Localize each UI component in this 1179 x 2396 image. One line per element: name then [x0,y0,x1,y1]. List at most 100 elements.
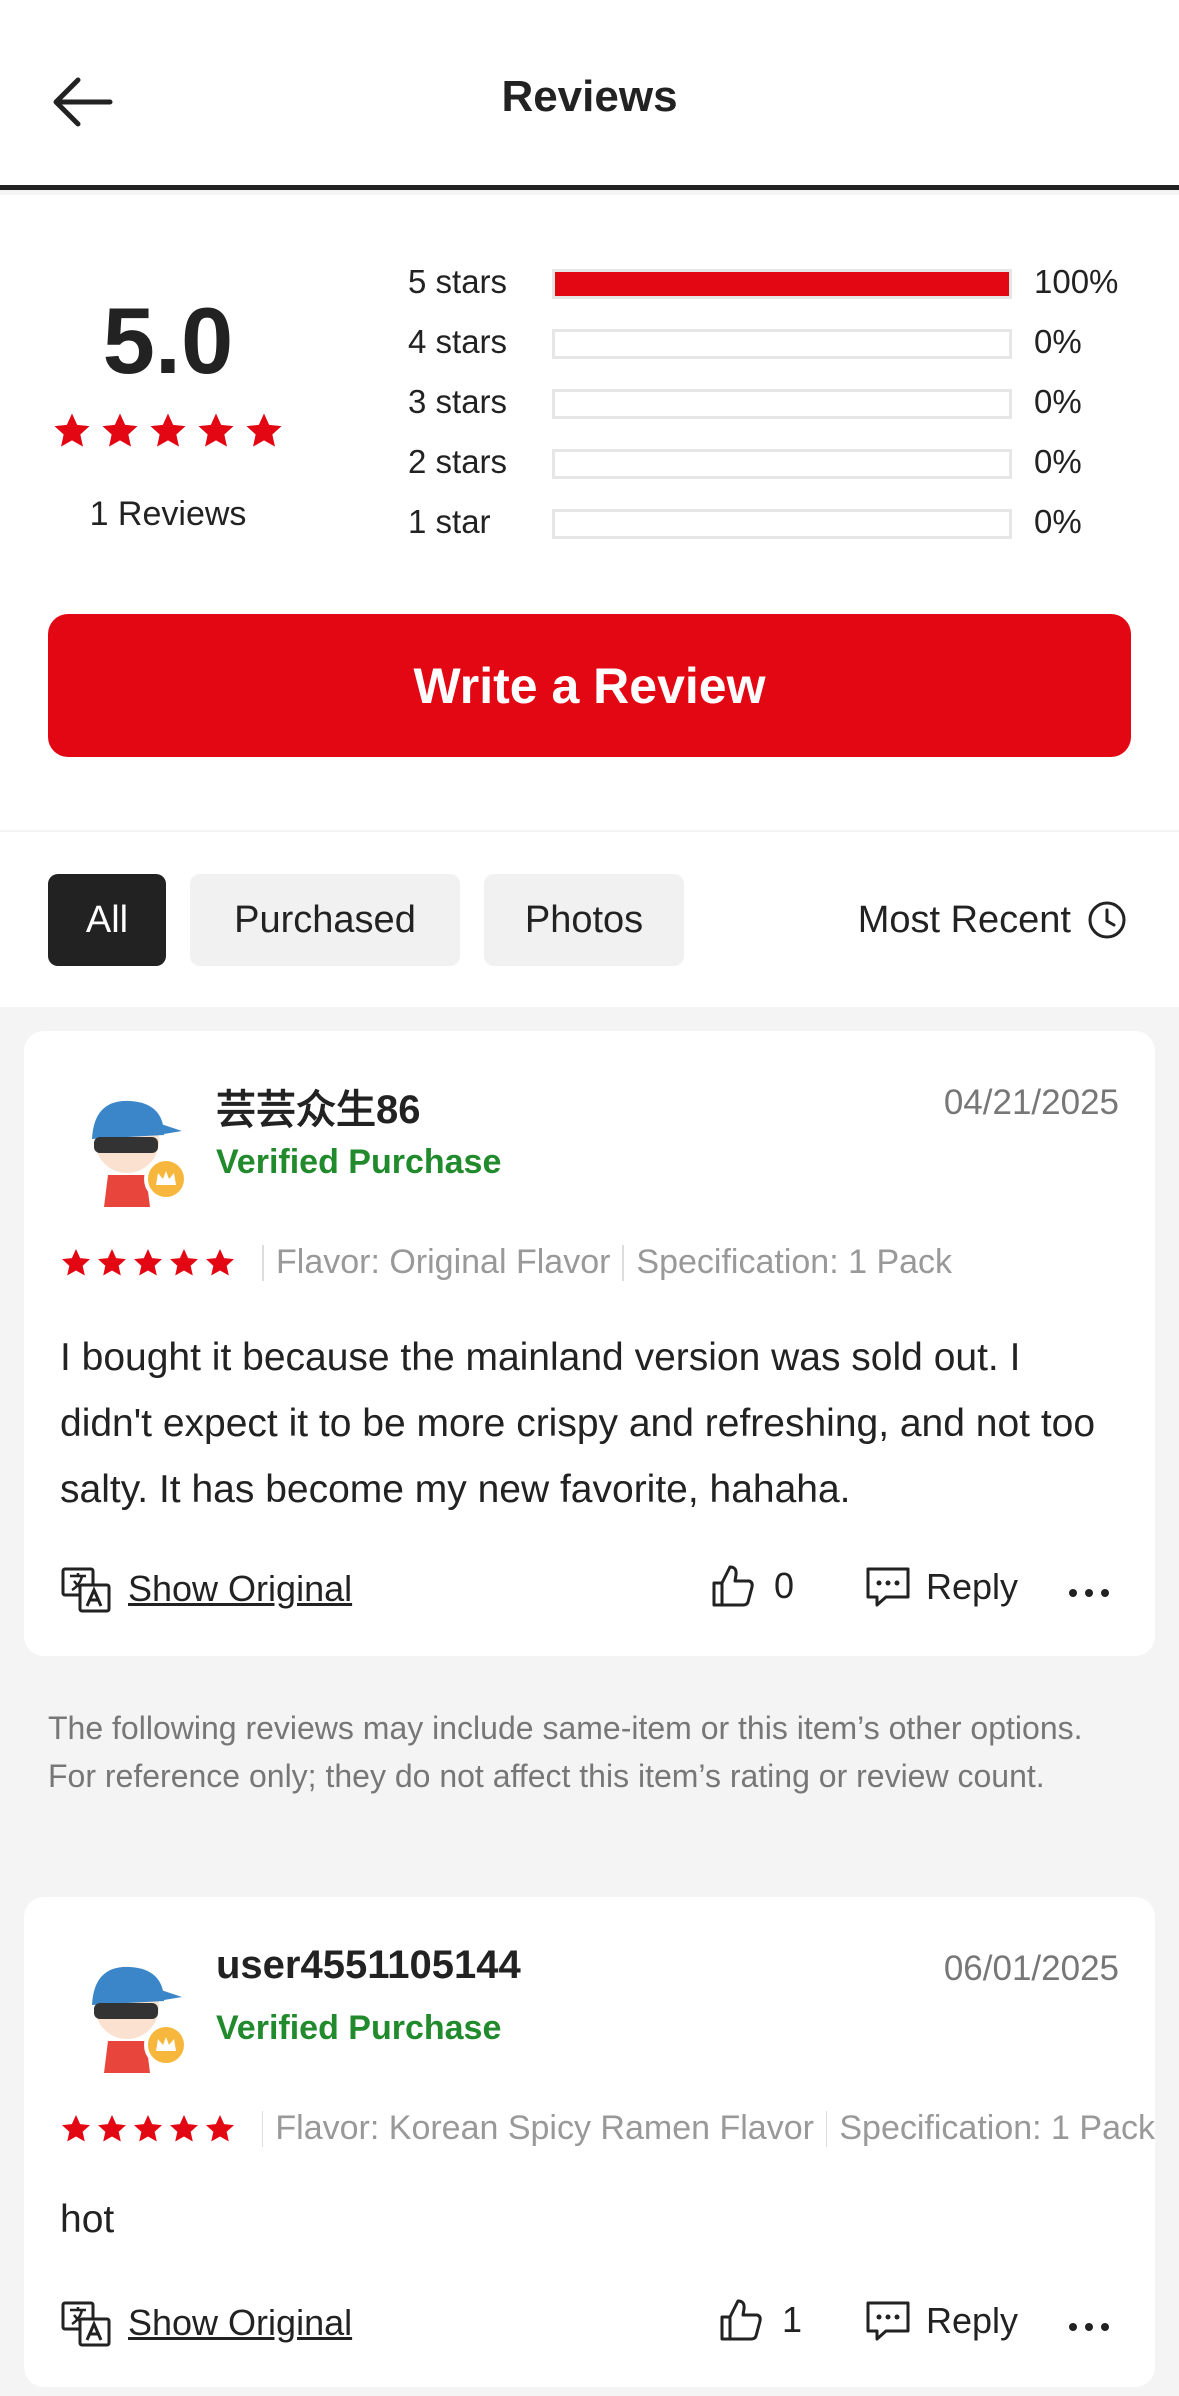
filter-purchased[interactable]: Purchased [190,874,460,966]
distribution-fill [555,272,1009,296]
star-icon [62,2114,90,2142]
average-rating: 5.0 [102,288,234,393]
reviewer-name: 芸芸众生86 [216,1088,421,1132]
distribution-label: 2 stars [408,443,508,480]
review-specification: Specification: 1 Pack [636,1243,953,1281]
star-icon [98,1248,126,1276]
review-meta: Flavor: Original Flavor Specification: 1… [60,1243,1155,1282]
page-title: Reviews [501,72,678,121]
review-text: I bought it because the mainland version… [60,1336,1096,1511]
rating-distribution: 5 stars 100% 4 stars 0% 3 stars 0% 2 sta… [408,255,1128,555]
star-icon [134,2114,162,2142]
review-meta: Flavor: Korean Spicy Ramen Flavor Specif… [60,2109,1155,2148]
show-original-link[interactable]: Show Original [60,1563,352,1615]
ellipsis-icon [1069,1589,1109,1597]
star-icon [198,413,234,447]
distribution-percent: 0% [1034,443,1082,480]
thumbs-up-icon [720,2299,762,2341]
review-flavor: Flavor: Original Flavor [276,1243,611,1281]
avatar [92,1966,188,2073]
sort-dropdown[interactable]: Most Recent [858,874,1127,966]
reviews-count: 1 Reviews [89,495,247,533]
more-options-button[interactable] [1059,1563,1119,1623]
show-original-label: Show Original [128,2302,353,2343]
review-specification: Specification: 1 Pack [839,2109,1155,2147]
distribution-percent: 0% [1034,503,1082,540]
star-icon [170,1248,198,1276]
star-icon [206,2114,234,2142]
star-icon [246,413,282,447]
review-date: 04/21/2025 [943,1083,1119,1122]
star-icon [206,1248,234,1276]
distribution-bar [552,449,1012,479]
divider [825,2110,828,2147]
divider [262,1244,264,1281]
reply-button[interactable]: Reply [864,2297,1018,2345]
reply-label: Reply [926,1566,1019,1607]
star-icon [54,413,90,447]
distribution-label: 4 stars [408,323,508,360]
distribution-row: 4 stars 0% [408,315,1128,375]
distribution-row: 3 stars 0% [408,375,1128,435]
star-icon [170,2114,198,2142]
show-original-label: Show Original [128,1568,353,1609]
like-button[interactable]: 0 [710,1563,794,1609]
clock-icon [1088,901,1126,939]
distribution-row: 2 stars 0% [408,435,1128,495]
distribution-bar [552,389,1012,419]
like-count: 1 [782,2299,803,2340]
distribution-bar [552,269,1012,299]
comment-icon [866,1567,910,1607]
star-icon [134,1248,162,1276]
like-count: 0 [774,1565,795,1606]
review-stars [60,2113,236,2145]
star-icon [102,413,138,447]
divider [262,2110,264,2147]
reviewer-name: user4551105144 [216,1943,521,1987]
distribution-percent: 0% [1034,383,1082,420]
filter-all[interactable]: All [48,874,166,966]
like-button[interactable]: 1 [718,2297,802,2343]
translate-icon [61,1567,111,1613]
distribution-percent: 0% [1034,323,1082,360]
review-flavor: Flavor: Korean Spicy Ramen Flavor [275,2109,814,2147]
reply-label: Reply [926,2300,1019,2341]
review-actions: Show Original 0 Reply [60,1563,1119,1627]
star-icon [98,2114,126,2142]
thumbs-up-icon [712,1565,754,1607]
show-original-link[interactable]: Show Original [60,2297,352,2349]
distribution-label: 5 stars [408,263,508,300]
filter-bar: All Purchased Photos Most Recent [0,832,1179,1007]
translate-icon [61,2301,111,2347]
distribution-percent: 100% [1034,263,1119,300]
filter-photos[interactable]: Photos [484,874,684,966]
review-stars [60,1247,236,1279]
verified-badge: Verified Purchase [216,1143,502,1181]
avatar [92,1100,188,1207]
divider [622,1244,625,1281]
star-icon [62,1248,90,1276]
reviews-disclaimer: The following reviews may include same-i… [48,1710,1083,1794]
ellipsis-icon [1069,2323,1109,2331]
comment-icon [866,2301,910,2341]
review-card: 芸芸众生86 04/21/2025 Verified Purchase Flav… [24,1031,1155,1656]
distribution-label: 3 stars [408,383,508,420]
distribution-bar [552,509,1012,539]
verified-badge: Verified Purchase [216,2009,502,2047]
average-stars [48,411,288,451]
star-icon [150,413,186,447]
review-actions: Show Original 1 Reply [60,2297,1119,2361]
sort-label: Most Recent [857,898,1071,941]
rating-summary: 5.0 1 Reviews 5 stars 100% 4 stars 0% 3 … [0,195,1179,830]
review-date: 06/01/2025 [943,1949,1119,1988]
review-text: hot [60,2198,115,2241]
distribution-bar [552,329,1012,359]
write-review-button[interactable]: Write a Review [48,614,1131,757]
more-options-button[interactable] [1059,2297,1119,2357]
review-card: user4551105144 06/01/2025 Verified Purch… [24,1897,1155,2387]
distribution-row: 5 stars 100% [408,255,1128,315]
top-bar: Reviews [0,0,1179,190]
distribution-row: 1 star 0% [408,495,1128,555]
distribution-label: 1 star [408,503,491,540]
reply-button[interactable]: Reply [864,1563,1018,1611]
